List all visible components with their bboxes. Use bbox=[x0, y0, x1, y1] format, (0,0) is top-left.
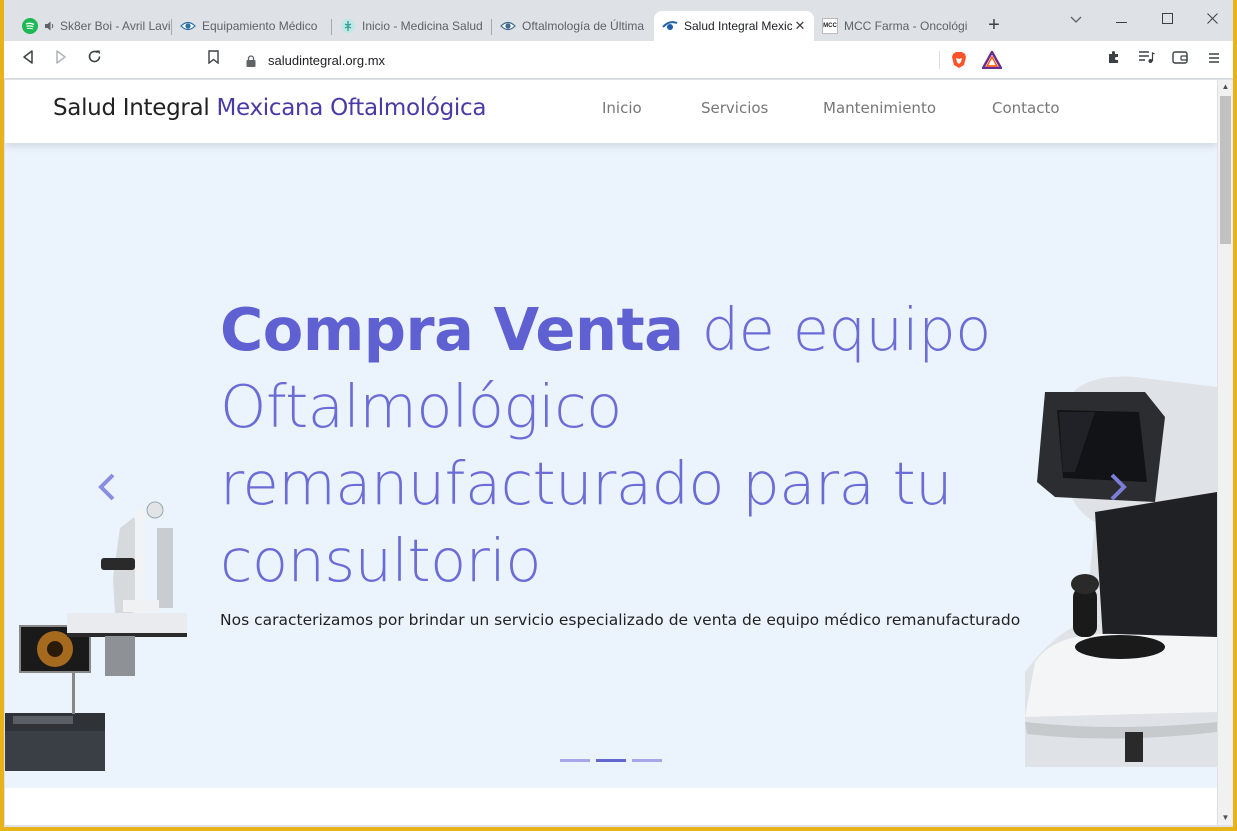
carousel-indicator-1[interactable] bbox=[560, 759, 590, 762]
tab-salud-integral[interactable]: Salud Integral Mexicana ✕ bbox=[654, 11, 814, 41]
hero-subtitle: Nos caracterizamos por brindar un servic… bbox=[220, 611, 1021, 629]
tab-equipamiento[interactable]: Equipamiento Médico bbox=[172, 11, 332, 41]
carousel-indicators bbox=[560, 759, 662, 762]
site-brand[interactable]: Salud Integral Mexicana Oftalmológica bbox=[53, 95, 486, 121]
chevron-left-icon bbox=[98, 473, 115, 501]
tab-title: Inicio - Medicina Salud bbox=[362, 19, 483, 33]
spotify-icon bbox=[22, 18, 38, 34]
close-tab-icon[interactable]: ✕ bbox=[792, 18, 808, 34]
extensions-icon[interactable] bbox=[1103, 49, 1125, 71]
carousel-prev-button[interactable] bbox=[93, 467, 123, 507]
scroll-up-arrow-icon[interactable]: ▲ bbox=[1218, 80, 1233, 94]
eye-icon bbox=[180, 18, 196, 34]
wallet-icon[interactable] bbox=[1169, 49, 1191, 71]
carousel-indicator-2[interactable] bbox=[596, 759, 626, 762]
tab-bar: Sk8er Boi - Avril Lavigne Equipamiento M… bbox=[4, 0, 1233, 41]
speaker-icon[interactable] bbox=[44, 18, 56, 34]
tab-title: Equipamiento Médico bbox=[202, 19, 318, 33]
site-navbar: Salud Integral Mexicana Oftalmológica In… bbox=[5, 80, 1217, 143]
new-tab-button[interactable]: + bbox=[982, 14, 1006, 38]
brand-accent: Mexicana Oftalmológica bbox=[216, 95, 487, 121]
tab-inicio-medicina[interactable]: Inicio - Medicina Salud bbox=[332, 11, 492, 41]
browser-toolbar: saludintegral.org.mx bbox=[4, 41, 1233, 79]
rewards-triangle-icon[interactable] bbox=[981, 50, 1003, 70]
mcc-icon: MCC bbox=[822, 18, 838, 34]
address-bar[interactable]: saludintegral.org.mx bbox=[236, 46, 1010, 74]
url-text[interactable]: saludintegral.org.mx bbox=[268, 53, 385, 68]
tab-oftalmologia[interactable]: Oftalmología de Última bbox=[492, 11, 652, 41]
nav-servicios[interactable]: Servicios bbox=[701, 99, 768, 117]
tab-search-icon[interactable] bbox=[1061, 8, 1091, 30]
eye-swoosh-icon bbox=[662, 18, 678, 34]
lock-icon[interactable] bbox=[246, 54, 256, 67]
carousel-next-button[interactable] bbox=[1102, 467, 1132, 507]
media-queue-icon[interactable] bbox=[1135, 49, 1157, 71]
tab-title: Oftalmología de Última bbox=[522, 19, 645, 33]
content-section bbox=[5, 788, 1217, 825]
tab-mcc-farma[interactable]: MCC MCC Farma - Oncológi bbox=[814, 11, 974, 41]
headline-strong: Compra Venta bbox=[220, 295, 684, 364]
reload-button[interactable] bbox=[83, 49, 105, 71]
scroll-down-arrow-icon[interactable]: ▼ bbox=[1218, 811, 1233, 825]
carousel-indicator-3[interactable] bbox=[632, 759, 662, 762]
tab-title: Sk8er Boi - Avril Lavigne bbox=[60, 19, 172, 33]
eye-icon bbox=[500, 18, 516, 34]
page-scrollbar[interactable]: ▲ ▼ bbox=[1218, 80, 1233, 825]
menu-icon[interactable] bbox=[1203, 49, 1225, 71]
chevron-right-icon bbox=[1110, 473, 1127, 501]
forward-button[interactable] bbox=[50, 49, 72, 71]
tab-spotify[interactable]: Sk8er Boi - Avril Lavigne bbox=[14, 11, 172, 41]
page-viewport: Salud Integral Mexicana Oftalmológica In… bbox=[5, 80, 1217, 825]
browser-window: Sk8er Boi - Avril Lavigne Equipamiento M… bbox=[0, 0, 1237, 831]
back-button[interactable] bbox=[17, 49, 39, 71]
omnibox-divider bbox=[939, 51, 940, 69]
brave-shield-icon[interactable] bbox=[950, 51, 968, 69]
autorefractor-image bbox=[1025, 376, 1217, 767]
nav-inicio[interactable]: Inicio bbox=[602, 99, 642, 117]
close-window-button[interactable] bbox=[1197, 8, 1227, 30]
nav-mantenimiento[interactable]: Mantenimiento bbox=[823, 99, 936, 117]
hero-headline: Compra Venta de equipo Oftalmológico rem… bbox=[220, 291, 1020, 599]
bookmark-icon[interactable] bbox=[202, 49, 224, 71]
brand-main: Salud Integral bbox=[53, 95, 217, 121]
scrollbar-thumb[interactable] bbox=[1220, 96, 1231, 244]
hero-carousel: Compra Venta de equipo Oftalmológico rem… bbox=[5, 143, 1217, 788]
tab-title: MCC Farma - Oncológi bbox=[844, 19, 968, 33]
nav-contacto[interactable]: Contacto bbox=[992, 99, 1060, 117]
slit-lamp-image bbox=[5, 501, 187, 771]
caduceus-icon bbox=[340, 18, 356, 34]
minimize-button[interactable] bbox=[1106, 8, 1136, 30]
maximize-button[interactable] bbox=[1152, 8, 1182, 30]
tab-title: Salud Integral Mexicana bbox=[684, 19, 792, 33]
